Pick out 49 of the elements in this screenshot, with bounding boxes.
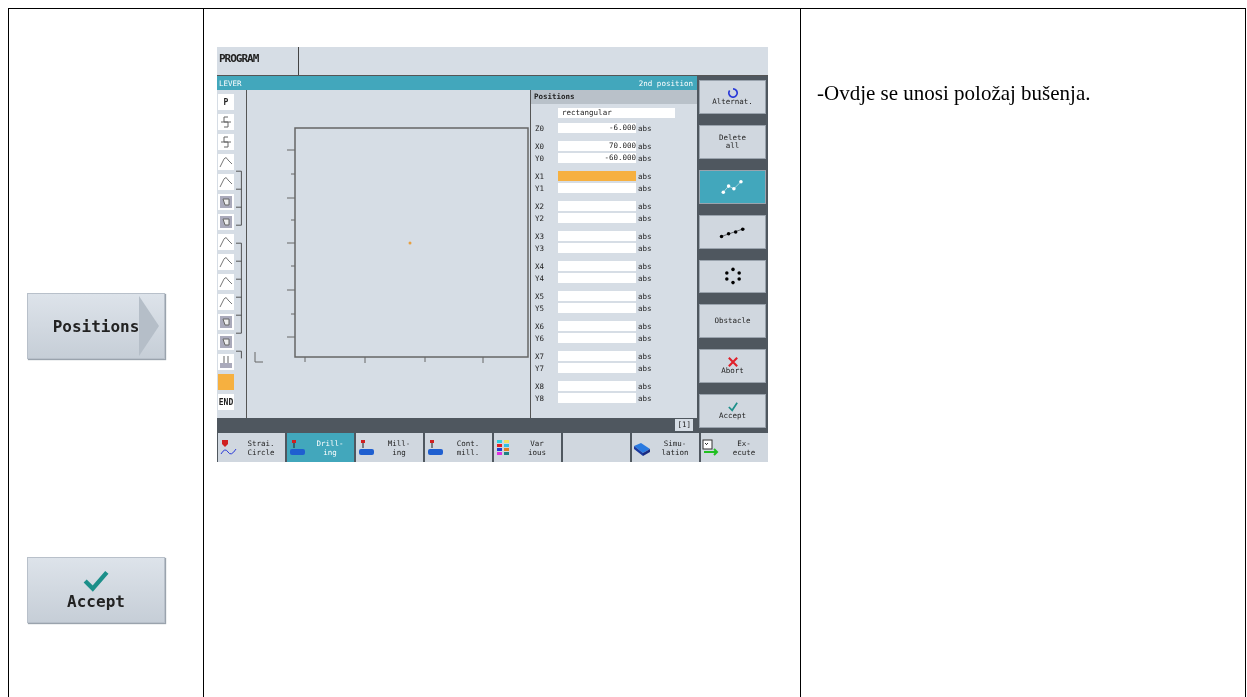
coordinate-field[interactable] (558, 243, 636, 253)
tool-on-workpiece-icon (426, 438, 444, 457)
chevron-icon (138, 296, 160, 356)
coordinate-field[interactable] (558, 231, 636, 241)
description-text: -Ovdje se unosi položaj bušenja. (817, 81, 1092, 106)
checkmark-icon (727, 401, 738, 412)
tool-path-icon (219, 438, 237, 457)
program-step-icon[interactable] (218, 134, 234, 150)
checkmark-icon (83, 569, 109, 592)
program-step-icon[interactable] (218, 334, 234, 350)
coordinate-field[interactable] (558, 381, 636, 391)
pattern-button[interactable] (699, 214, 766, 249)
program-step-icon[interactable] (218, 154, 234, 170)
coordinate-field[interactable] (558, 351, 636, 361)
program-arrow-icon (702, 438, 720, 457)
program-tab[interactable]: PROGRAM (217, 47, 299, 75)
program-step-cursor[interactable] (218, 374, 234, 390)
coordinate-field[interactable] (558, 201, 636, 211)
coordinate-field[interactable] (558, 303, 636, 313)
coordinate-field[interactable] (558, 393, 636, 403)
coordinate-field[interactable] (558, 363, 636, 373)
program-step-icon[interactable] (218, 314, 234, 330)
accept-button[interactable]: Accept (27, 557, 165, 623)
program-step-icon[interactable] (218, 114, 234, 130)
coordinate-field[interactable] (558, 183, 636, 193)
coordinate-field[interactable] (558, 261, 636, 271)
program-step-icon[interactable] (218, 234, 234, 250)
pattern-button[interactable] (699, 259, 766, 294)
close-icon (727, 357, 738, 368)
program-step-icon[interactable] (218, 294, 234, 310)
program-step-icon[interactable] (218, 194, 234, 210)
tool-on-workpiece-icon (357, 438, 375, 457)
coordinate-field[interactable] (558, 213, 636, 223)
coordinate-field[interactable] (558, 273, 636, 283)
step-label[interactable]: P (218, 94, 234, 110)
coordinate-field[interactable] (558, 321, 636, 331)
program-step-icon[interactable] (218, 274, 234, 290)
positions-button[interactable]: Positions (27, 293, 165, 359)
program-step-icon[interactable] (218, 214, 234, 230)
coordinate-field[interactable] (558, 291, 636, 301)
coordinate-field[interactable] (558, 333, 636, 343)
tool-on-workpiece-icon (288, 438, 306, 457)
coordinate-field[interactable] (558, 171, 636, 181)
program-step-icon[interactable] (218, 354, 234, 370)
program-step-icon[interactable] (218, 254, 234, 270)
softkey-button[interactable] (563, 433, 630, 462)
step-label[interactable]: END (218, 394, 234, 410)
pattern-button[interactable] (699, 169, 766, 204)
program-step-icon[interactable] (218, 174, 234, 190)
